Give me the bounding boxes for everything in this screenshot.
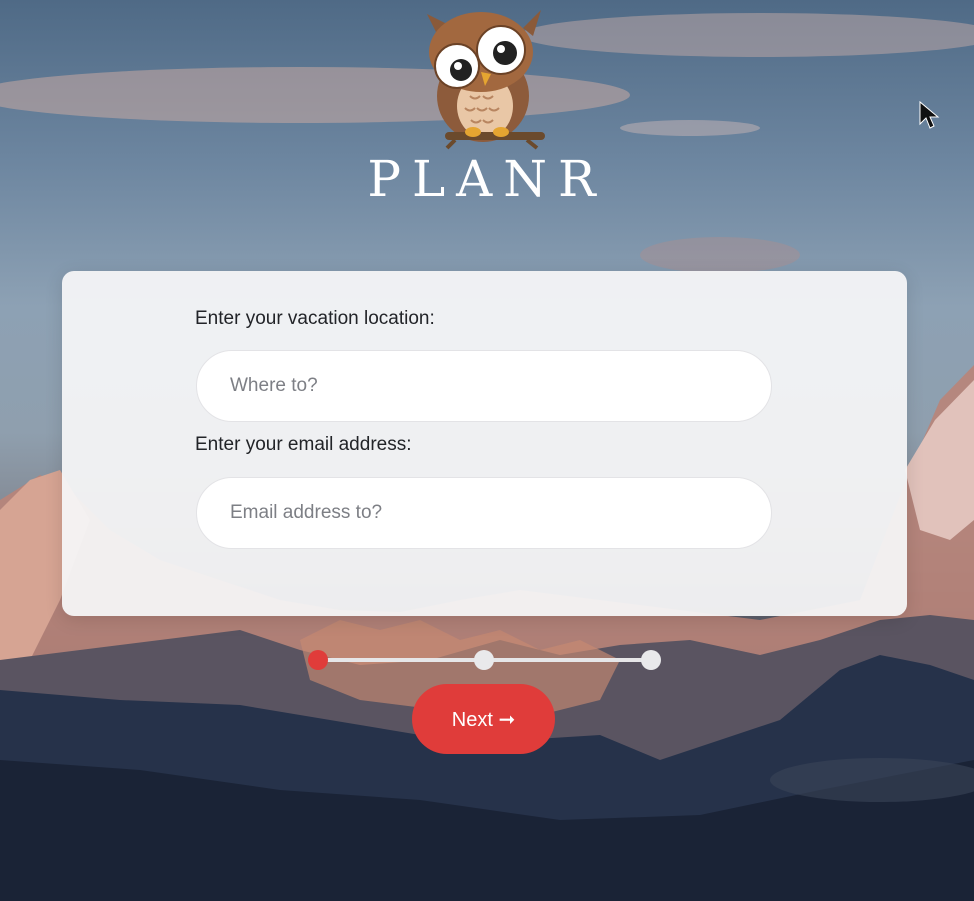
brand-title: PLANR	[367, 150, 607, 208]
location-input[interactable]	[196, 350, 772, 422]
owl-icon	[415, 4, 555, 154]
mouse-cursor-icon	[919, 100, 940, 129]
location-label: Enter your vacation location:	[195, 308, 435, 329]
step-3-dot[interactable]	[641, 650, 661, 670]
email-label: Enter your email address:	[195, 434, 412, 455]
step-2-dot[interactable]	[474, 650, 494, 670]
email-input[interactable]	[196, 477, 772, 549]
progress-stepper	[308, 649, 661, 671]
next-button[interactable]: Next ➞	[412, 684, 555, 754]
vacation-form-card: Enter your vacation location: Enter your…	[62, 271, 907, 616]
step-1-dot[interactable]	[308, 650, 328, 670]
